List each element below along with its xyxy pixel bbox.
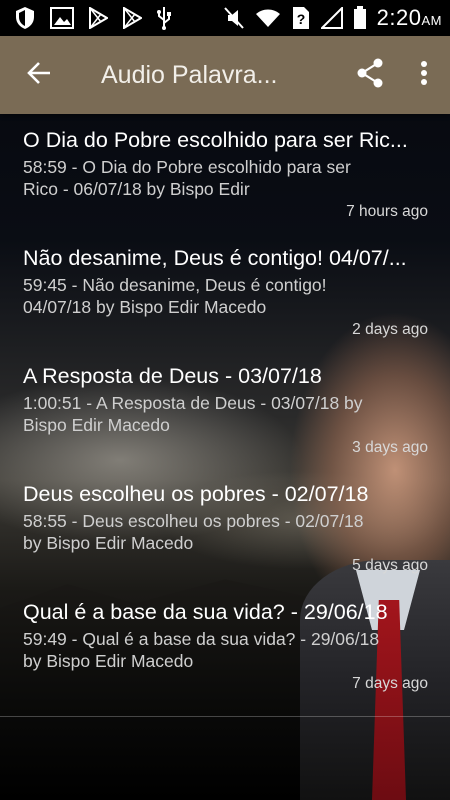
app-toolbar: Audio Palavra...	[0, 36, 450, 114]
battery-icon	[353, 6, 367, 30]
back-button[interactable]	[13, 49, 65, 101]
item-title: O Dia do Pobre escolhido para ser Ric...	[23, 128, 408, 152]
item-time: 5 days ago	[352, 557, 428, 574]
share-icon	[356, 58, 384, 93]
item-description: 1:00:51 - A Resposta de Deus - 03/07/18 …	[23, 393, 363, 435]
clock-ampm: AM	[421, 13, 442, 28]
item-time: 3 days ago	[352, 439, 428, 456]
item-time: 7 days ago	[352, 675, 428, 692]
item-time: 2 days ago	[352, 321, 428, 338]
play-store-icon	[88, 7, 108, 29]
audio-list: O Dia do Pobre escolhido para ser Ric...…	[0, 114, 450, 704]
status-bar: ? 2:20AM	[0, 0, 450, 36]
share-button[interactable]	[346, 51, 394, 99]
item-description: 58:59 - O Dia do Pobre escolhido para se…	[23, 157, 351, 199]
list-item[interactable]: A Resposta de Deus - 03/07/18 1:00:51 - …	[0, 350, 450, 468]
sim-unknown-icon: ?	[291, 6, 311, 30]
page-title: Audio Palavra...	[101, 60, 278, 89]
list-item[interactable]: Qual é a base da sua vida? - 29/06/18 59…	[0, 586, 450, 704]
item-title: Não desanime, Deus é contigo! 04/07/...	[23, 246, 407, 270]
mute-icon	[223, 6, 245, 30]
item-title: Qual é a base da sua vida? - 29/06/18	[23, 600, 388, 624]
item-time: 7 hours ago	[346, 203, 428, 220]
list-item[interactable]: O Dia do Pobre escolhido para ser Ric...…	[0, 114, 450, 232]
status-clock: 2:20AM	[377, 5, 442, 31]
item-description: 58:55 - Deus escolheu os pobres - 02/07/…	[23, 511, 364, 553]
image-icon	[50, 7, 74, 29]
list-item[interactable]: Deus escolheu os pobres - 02/07/18 58:55…	[0, 468, 450, 586]
item-description: 59:45 - Não desanime, Deus é contigo! 04…	[23, 275, 327, 317]
back-arrow-icon	[26, 60, 52, 91]
item-title: Deus escolheu os pobres - 02/07/18	[23, 482, 369, 506]
play-store-icon	[122, 7, 142, 29]
wifi-icon	[255, 7, 281, 29]
item-title: A Resposta de Deus - 03/07/18	[23, 364, 322, 388]
list-item[interactable]: Não desanime, Deus é contigo! 04/07/... …	[0, 232, 450, 350]
more-vert-icon	[420, 60, 428, 91]
list-divider	[0, 716, 450, 717]
signal-icon	[320, 7, 343, 29]
more-options-button[interactable]	[404, 51, 444, 99]
usb-icon	[156, 6, 172, 30]
shield-icon	[14, 6, 36, 30]
clock-time: 2:20	[376, 5, 422, 30]
svg-text:?: ?	[296, 11, 305, 27]
item-description: 59:49 - Qual é a base da sua vida? - 29/…	[23, 629, 380, 671]
